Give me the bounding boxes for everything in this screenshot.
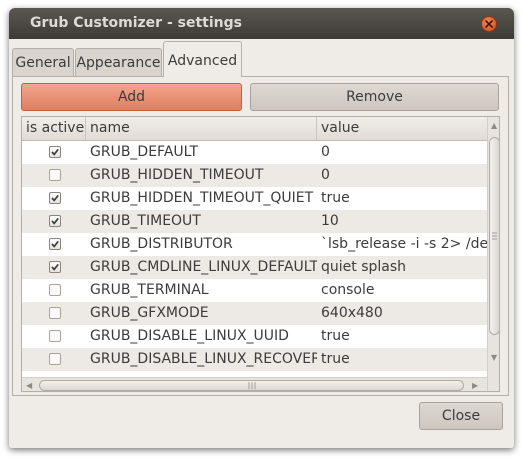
checkmark-icon bbox=[51, 240, 59, 248]
value-cell[interactable]: true bbox=[317, 187, 487, 210]
table-row[interactable]: GRUB_TIMEOUT 10 bbox=[22, 210, 487, 233]
arrow-down-icon[interactable]: ▼ bbox=[491, 353, 497, 362]
checkmark-icon bbox=[51, 148, 59, 156]
settings-table: is active name value GRUB_DEFAULT 0 GRUB_H… bbox=[21, 116, 500, 392]
name-cell: GRUB_HIDDEN_TIMEOUT_QUIET bbox=[90, 190, 314, 206]
active-checkbox[interactable] bbox=[49, 238, 61, 250]
add-button[interactable]: Add bbox=[21, 83, 242, 111]
active-checkbox[interactable] bbox=[49, 215, 61, 227]
column-header-value[interactable]: value bbox=[317, 117, 487, 140]
active-checkbox[interactable] bbox=[49, 330, 61, 342]
checkmark-icon bbox=[51, 263, 59, 271]
table-row[interactable]: GRUB_CMDLINE_LINUX_DEFAULT quiet splash bbox=[22, 256, 487, 279]
is-active-cell bbox=[22, 164, 86, 187]
active-checkbox[interactable] bbox=[49, 353, 61, 365]
active-checkbox[interactable] bbox=[49, 307, 61, 319]
value-cell[interactable]: `lsb_release -i -s 2> /dev bbox=[317, 233, 487, 256]
settings-window: Grub Customizer - settings General Appea… bbox=[9, 8, 514, 448]
grip-icon bbox=[492, 232, 497, 240]
name-cell: GRUB_DISABLE_LINUX_UUID bbox=[90, 328, 289, 344]
close-button[interactable]: Close bbox=[419, 402, 503, 430]
close-icon bbox=[485, 20, 493, 28]
is-active-cell bbox=[22, 279, 86, 302]
tab-general[interactable]: General bbox=[12, 48, 74, 76]
vertical-scrollbar[interactable]: ▲ ▼ bbox=[487, 117, 499, 391]
table-row[interactable]: GRUB_GFXMODE 640x480 bbox=[22, 302, 487, 325]
active-checkbox[interactable] bbox=[49, 284, 61, 296]
checkmark-icon bbox=[51, 194, 59, 202]
table-row[interactable]: GRUB_HIDDEN_TIMEOUT 0 bbox=[22, 164, 487, 187]
name-cell: GRUB_TERMINAL bbox=[90, 282, 209, 298]
is-active-cell bbox=[22, 348, 86, 371]
is-active-cell bbox=[22, 187, 86, 210]
name-cell: GRUB_HIDDEN_TIMEOUT bbox=[90, 167, 264, 183]
name-cell: GRUB_TIMEOUT bbox=[90, 213, 201, 229]
name-cell: GRUB_DEFAULT bbox=[90, 144, 199, 160]
is-active-cell bbox=[22, 233, 86, 256]
name-cell: GRUB_DISABLE_LINUX_RECOVERY bbox=[90, 351, 317, 367]
table-header: is active name value bbox=[22, 117, 487, 141]
remove-button[interactable]: Remove bbox=[250, 83, 499, 111]
active-checkbox[interactable] bbox=[49, 146, 61, 158]
title-bar[interactable]: Grub Customizer - settings bbox=[9, 8, 514, 39]
table-row[interactable]: GRUB_DISABLE_LINUX_RECOVERY true bbox=[22, 348, 487, 371]
tab-advanced[interactable]: Advanced bbox=[163, 41, 242, 77]
column-header-is-active[interactable]: is active bbox=[22, 117, 86, 140]
value-cell[interactable]: console bbox=[317, 279, 487, 302]
value-cell[interactable]: 0 bbox=[317, 141, 487, 164]
window-title: Grub Customizer - settings bbox=[30, 15, 242, 31]
window-close-button[interactable] bbox=[481, 16, 497, 32]
tab-appearance[interactable]: Appearance bbox=[75, 48, 162, 76]
is-active-cell bbox=[22, 302, 86, 325]
active-checkbox[interactable] bbox=[49, 169, 61, 181]
column-header-name[interactable]: name bbox=[86, 117, 317, 140]
arrow-right-icon[interactable]: ▶ bbox=[472, 381, 478, 390]
is-active-cell bbox=[22, 210, 86, 233]
checkmark-icon bbox=[51, 217, 59, 225]
grip-icon bbox=[248, 382, 256, 389]
arrow-up-icon[interactable]: ▲ bbox=[491, 121, 497, 130]
horizontal-scroll-thumb[interactable] bbox=[39, 380, 464, 391]
table-row[interactable]: GRUB_HIDDEN_TIMEOUT_QUIET true bbox=[22, 187, 487, 210]
is-active-cell bbox=[22, 325, 86, 348]
value-cell[interactable]: true bbox=[317, 325, 487, 348]
name-cell: GRUB_DISTRIBUTOR bbox=[90, 236, 233, 252]
table-row[interactable]: GRUB_TERMINAL console bbox=[22, 279, 487, 302]
is-active-cell bbox=[22, 141, 86, 164]
value-cell[interactable]: 10 bbox=[317, 210, 487, 233]
table-row[interactable]: GRUB_DISABLE_LINUX_UUID true bbox=[22, 325, 487, 348]
name-cell: GRUB_GFXMODE bbox=[90, 305, 209, 321]
active-checkbox[interactable] bbox=[49, 261, 61, 273]
name-cell: GRUB_CMDLINE_LINUX_DEFAULT bbox=[90, 259, 317, 275]
value-cell[interactable]: 0 bbox=[317, 164, 487, 187]
arrow-left-icon[interactable]: ◀ bbox=[26, 381, 32, 390]
value-cell[interactable]: 640x480 bbox=[317, 302, 487, 325]
vertical-scroll-thumb[interactable] bbox=[489, 137, 499, 335]
table-row[interactable]: GRUB_DISTRIBUTOR `lsb_release -i -s 2> /d… bbox=[22, 233, 487, 256]
value-cell[interactable]: true bbox=[317, 348, 487, 371]
value-cell[interactable]: quiet splash bbox=[317, 256, 487, 279]
table-row[interactable]: GRUB_DEFAULT 0 bbox=[22, 141, 487, 164]
horizontal-scrollbar[interactable]: ◀ ▶ bbox=[22, 377, 487, 391]
is-active-cell bbox=[22, 256, 86, 279]
active-checkbox[interactable] bbox=[49, 192, 61, 204]
